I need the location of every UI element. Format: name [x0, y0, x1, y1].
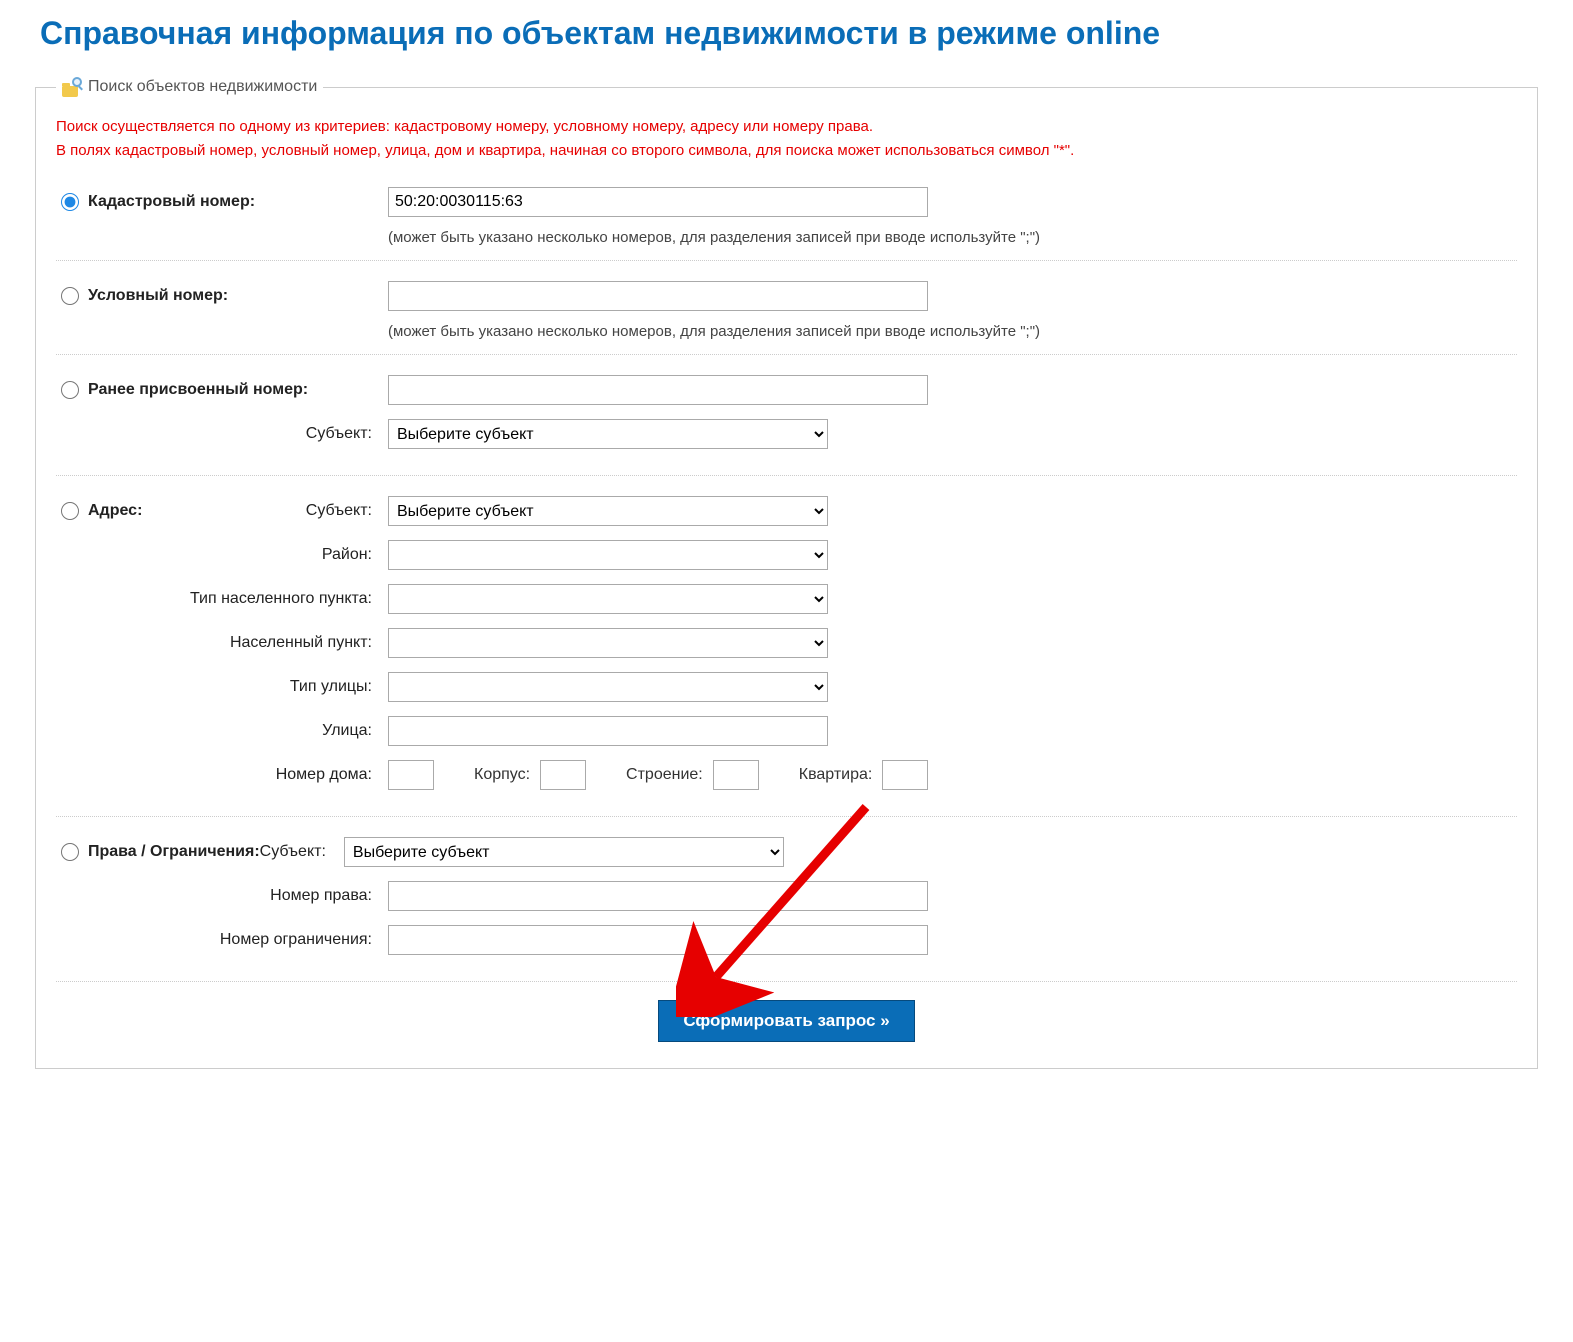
section-previous: Ранее присвоенный номер: Субъект: Выбери…: [56, 354, 1517, 475]
label-house: Номер дома:: [88, 766, 388, 784]
label-rights: Права / Ограничения:: [88, 843, 260, 861]
legend-text: Поиск объектов недвижимости: [88, 78, 317, 96]
page-title: Справочная информация по объектам недвиж…: [40, 15, 1543, 52]
radio-address[interactable]: [61, 502, 79, 520]
label-right-no: Номер права:: [88, 887, 388, 905]
radio-conditional[interactable]: [61, 287, 79, 305]
note-cadastral: (может быть указано несколько номеров, д…: [388, 229, 1517, 246]
input-limit-no[interactable]: [388, 925, 928, 955]
input-right-no[interactable]: [388, 881, 928, 911]
label-building: Строение:: [626, 766, 703, 784]
select-street-type[interactable]: [388, 672, 828, 702]
select-settlement[interactable]: [388, 628, 828, 658]
submit-row: Сформировать запрос »: [56, 981, 1517, 1048]
hint-line-1: Поиск осуществляется по одному из критер…: [56, 115, 1517, 139]
input-conditional-number[interactable]: [388, 281, 928, 311]
submit-button[interactable]: Сформировать запрос »: [658, 1000, 914, 1042]
label-address-district: Район:: [88, 546, 388, 564]
input-cadastral-number[interactable]: [388, 187, 928, 217]
select-address-subject[interactable]: Выберите субъект: [388, 496, 828, 526]
search-hint: Поиск осуществляется по одному из критер…: [56, 115, 1517, 163]
label-flat: Квартира:: [799, 766, 873, 784]
note-conditional: (может быть указано несколько номеров, д…: [388, 323, 1517, 340]
input-street[interactable]: [388, 716, 828, 746]
input-house[interactable]: [388, 760, 434, 790]
label-previous-subject: Субъект:: [88, 425, 388, 443]
label-rights-subject: Субъект:: [260, 843, 326, 861]
section-rights: Права / Ограничения: Субъект: Выберите с…: [56, 816, 1517, 981]
input-korpus[interactable]: [540, 760, 586, 790]
radio-previous[interactable]: [61, 381, 79, 399]
label-cadastral: Кадастровый номер:: [88, 193, 388, 211]
input-building[interactable]: [713, 760, 759, 790]
label-settlement: Населенный пункт:: [88, 634, 388, 652]
label-korpus: Корпус:: [474, 766, 530, 784]
legend: Поиск объектов недвижимости: [56, 77, 323, 97]
select-rights-subject[interactable]: Выберите субъект: [344, 837, 784, 867]
label-settlement-type: Тип населенного пункта:: [88, 590, 388, 608]
label-address-subject: Субъект:: [306, 502, 372, 520]
folder-search-icon: [62, 77, 82, 97]
search-fieldset: Поиск объектов недвижимости Поиск осущес…: [35, 77, 1538, 1069]
select-previous-subject[interactable]: Выберите субъект: [388, 419, 828, 449]
input-previous-number[interactable]: [388, 375, 928, 405]
label-conditional: Условный номер:: [88, 287, 388, 305]
label-address: Адрес:: [88, 502, 306, 520]
label-previous: Ранее присвоенный номер:: [88, 381, 388, 399]
label-street: Улица:: [88, 722, 388, 740]
section-address: Адрес: Субъект: Выберите субъект Район: …: [56, 475, 1517, 816]
hint-line-2: В полях кадастровый номер, условный номе…: [56, 139, 1517, 163]
radio-rights[interactable]: [61, 843, 79, 861]
section-conditional: Условный номер: (может быть указано неск…: [56, 260, 1517, 354]
select-settlement-type[interactable]: [388, 584, 828, 614]
radio-cadastral[interactable]: [61, 193, 79, 211]
label-limit-no: Номер ограничения:: [88, 931, 388, 949]
select-address-district[interactable]: [388, 540, 828, 570]
input-flat[interactable]: [882, 760, 928, 790]
label-street-type: Тип улицы:: [88, 678, 388, 696]
section-cadastral: Кадастровый номер: (может быть указано н…: [56, 181, 1517, 260]
